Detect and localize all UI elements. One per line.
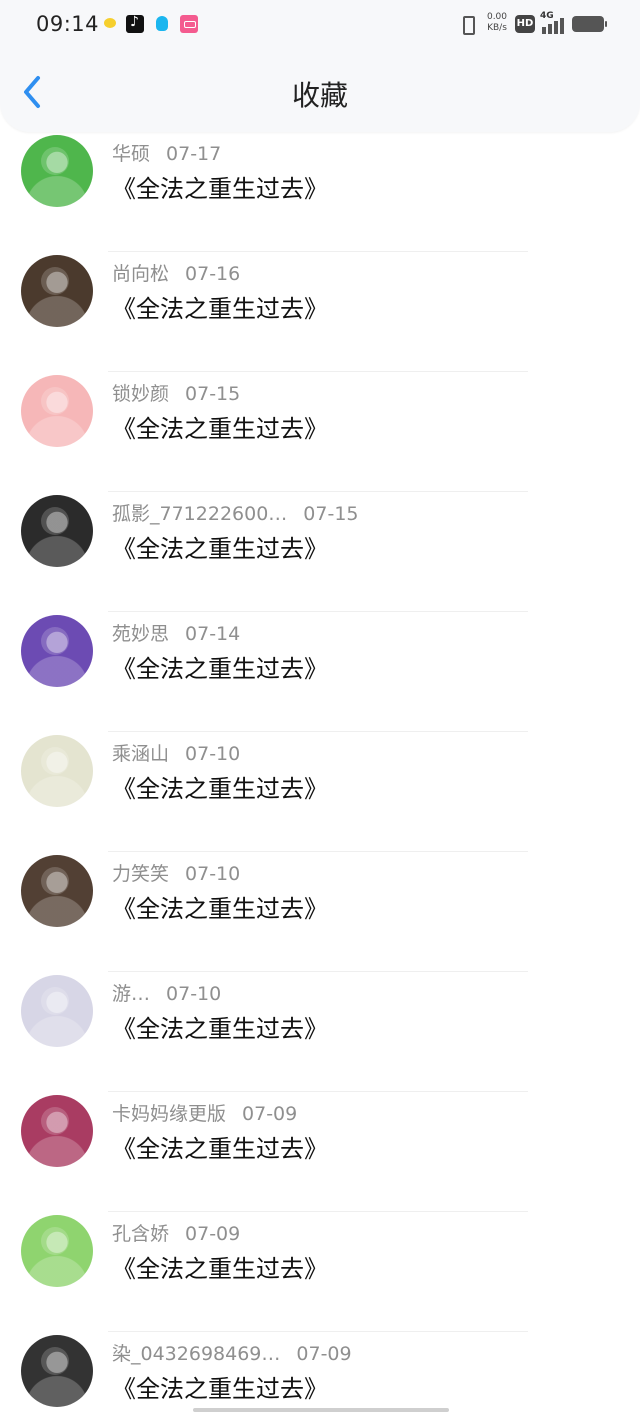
item-meta: 尚向松 07-16 (112, 261, 240, 287)
qq-icon (153, 15, 171, 33)
favorite-date: 07-10 (185, 863, 241, 885)
vibrate-icon (458, 15, 476, 35)
favorite-list-item[interactable]: 孔含娇 07-09 《全法之重生过去》 (0, 1212, 640, 1332)
favorite-list-item[interactable]: 卡妈妈缘更版 07-09 《全法之重生过去》 (0, 1092, 640, 1212)
favorite-date: 07-17 (166, 143, 222, 165)
item-meta: 孔含娇 07-09 (112, 1221, 240, 1247)
user-name: 苑妙思 (112, 623, 170, 645)
user-avatar (21, 735, 93, 807)
favorite-list-item[interactable]: 苑妙思 07-14 《全法之重生过去》 (0, 612, 640, 732)
book-title[interactable]: 《全法之重生过去》 (112, 1012, 328, 1046)
user-name: 染_0432698469… (112, 1343, 281, 1365)
book-title[interactable]: 《全法之重生过去》 (112, 772, 328, 806)
favorite-date: 07-10 (166, 983, 222, 1005)
favorite-date: 07-09 (185, 1223, 241, 1245)
status-bar: 09:14 0.00 KB/s HD 4G (0, 0, 640, 48)
favorites-list: 华硕 07-17 《全法之重生过去》 尚向松 07-16 《全法之重生过去》 锁妙颜… (0, 132, 640, 1415)
user-name: 卡妈妈缘更版 (112, 1103, 227, 1125)
favorite-list-item[interactable]: 染_0432698469… 07-09 《全法之重生过去》 (0, 1332, 640, 1415)
item-meta: 孤影_771222600… 07-15 (112, 501, 359, 527)
tiktok-icon (126, 14, 144, 33)
user-name: 孤影_771222600… (112, 503, 288, 525)
user-name: 乘涵山 (112, 743, 170, 765)
pinduoduo-icon (101, 15, 119, 33)
favorite-date: 07-14 (185, 623, 241, 645)
favorite-date: 07-16 (185, 263, 241, 285)
item-meta: 卡妈妈缘更版 07-09 (112, 1101, 297, 1127)
user-avatar (21, 975, 93, 1047)
user-name: 锁妙颜 (112, 383, 170, 405)
battery-icon (572, 16, 607, 32)
book-title[interactable]: 《全法之重生过去》 (112, 892, 328, 926)
favorite-list-item[interactable]: 孤影_771222600… 07-15 《全法之重生过去》 (0, 492, 640, 612)
user-name: 力笑笑 (112, 863, 170, 885)
top-navigation: 收藏 (0, 48, 640, 132)
user-name: 游… (112, 983, 151, 1005)
favorite-date: 07-15 (185, 383, 241, 405)
user-avatar (21, 375, 93, 447)
book-title[interactable]: 《全法之重生过去》 (112, 652, 328, 686)
favorite-list-item[interactable]: 乘涵山 07-10 《全法之重生过去》 (0, 732, 640, 852)
favorite-list-item[interactable]: 华硕 07-17 《全法之重生过去》 (0, 132, 640, 252)
favorite-list-item[interactable]: 尚向松 07-16 《全法之重生过去》 (0, 252, 640, 372)
user-avatar (21, 135, 93, 207)
favorite-date: 07-10 (185, 743, 241, 765)
favorite-date: 07-15 (303, 503, 359, 525)
lofter-icon (180, 15, 198, 33)
favorite-list-item[interactable]: 力笑笑 07-10 《全法之重生过去》 (0, 852, 640, 972)
item-meta: 乘涵山 07-10 (112, 741, 240, 767)
book-title[interactable]: 《全法之重生过去》 (112, 1252, 328, 1286)
network-speed: 0.00 KB/s (484, 12, 510, 34)
item-meta: 锁妙颜 07-15 (112, 381, 240, 407)
user-name: 孔含娇 (112, 1223, 170, 1245)
user-name: 华硕 (112, 143, 151, 165)
network-speed-unit: KB/s (487, 23, 507, 33)
favorite-list-item[interactable]: 锁妙颜 07-15 《全法之重生过去》 (0, 372, 640, 492)
favorite-date: 07-09 (296, 1343, 352, 1365)
book-title[interactable]: 《全法之重生过去》 (112, 532, 328, 566)
hd-label: HD (515, 15, 535, 33)
signal-icon (540, 13, 568, 35)
favorites-screen: 09:14 0.00 KB/s HD 4G 收藏 (0, 0, 640, 1415)
item-meta: 华硕 07-17 (112, 141, 221, 167)
book-title[interactable]: 《全法之重生过去》 (112, 172, 328, 206)
item-meta: 染_0432698469… 07-09 (112, 1341, 352, 1367)
item-meta: 力笑笑 07-10 (112, 861, 240, 887)
user-name: 尚向松 (112, 263, 170, 285)
favorite-date: 07-09 (242, 1103, 298, 1125)
user-avatar (21, 615, 93, 687)
network-speed-value: 0.00 (486, 12, 508, 22)
user-avatar (21, 1335, 93, 1407)
user-avatar (21, 855, 93, 927)
book-title[interactable]: 《全法之重生过去》 (112, 412, 328, 446)
user-avatar (21, 495, 93, 567)
user-avatar (21, 1095, 93, 1167)
home-indicator (193, 1408, 449, 1412)
item-meta: 苑妙思 07-14 (112, 621, 240, 647)
book-title[interactable]: 《全法之重生过去》 (112, 1132, 328, 1166)
item-meta: 游… 07-10 (112, 981, 221, 1007)
page-title: 收藏 (291, 79, 348, 112)
user-avatar (21, 255, 93, 327)
user-avatar (21, 1215, 93, 1287)
book-title[interactable]: 《全法之重生过去》 (112, 1372, 328, 1406)
favorite-list-item[interactable]: 游… 07-10 《全法之重生过去》 (0, 972, 640, 1092)
book-title[interactable]: 《全法之重生过去》 (112, 292, 328, 326)
status-time: 09:14 (36, 12, 100, 36)
